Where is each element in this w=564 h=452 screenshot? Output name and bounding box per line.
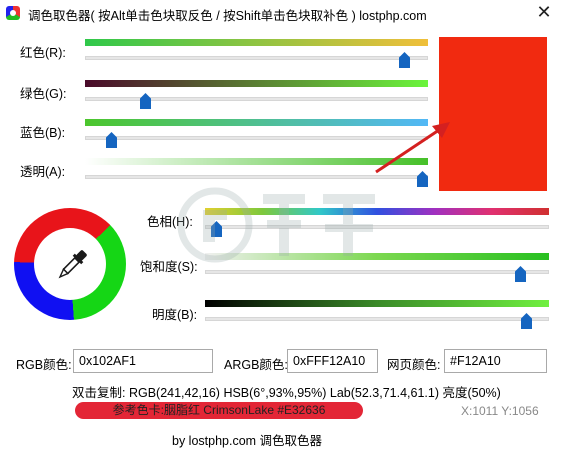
web-color-value-field[interactable]: #F12A10 [444,349,547,373]
blue-slider-rail[interactable] [85,136,428,140]
red-slider-thumb[interactable] [398,52,410,68]
hue-label: 色相(H): [147,215,193,229]
web-color-field-label: 网页颜色: [387,358,441,372]
brightness-slider-thumb[interactable] [521,313,533,329]
argb-field-label: ARGB颜色: [224,358,288,372]
red-gradient-track [85,39,428,46]
hue-slider-thumb[interactable] [210,221,222,237]
window-title: 调色取色器( 按Alt单击色块取反色 / 按Shift单击色块取补色 ) los… [28,9,427,23]
saturation-slider-rail[interactable] [205,270,549,274]
alpha-slider-thumb[interactable] [417,171,428,187]
cursor-coordinates: X:1011 Y:1056 [461,404,539,418]
hue-gradient-track [205,208,549,215]
reference-color-card[interactable]: 参考色卡:胭脂红 CrimsonLake #E32636 [75,402,363,419]
alpha-gradient-track [85,158,428,165]
color-info-line[interactable]: 双击复制: RGB(241,42,16) HSB(6°,93%,95%) Lab… [72,382,501,401]
rgb-value-field[interactable]: 0x102AF1 [73,349,213,373]
alpha-label: 透明(A): [20,165,66,179]
green-label: 绿色(G): [20,87,67,101]
green-slider-rail[interactable] [85,97,428,101]
footer-credit: by lostphp.com 调色取色器 [172,434,323,448]
blue-label: 蓝色(B): [20,126,66,140]
saturation-label: 饱和度(S): [140,260,198,274]
green-slider-thumb[interactable] [139,93,151,109]
blue-gradient-track [85,119,428,126]
brightness-label: 明度(B): [152,308,198,322]
red-label: 红色(R): [20,46,66,60]
blue-slider-thumb[interactable] [105,132,117,148]
rgb-field-label: RGB颜色: [16,358,72,372]
title-bar: 调色取色器( 按Alt单击色块取反色 / 按Shift单击色块取补色 ) los… [0,0,564,26]
green-gradient-track [85,80,428,87]
saturation-slider-thumb[interactable] [514,266,526,282]
hue-slider-rail[interactable] [205,225,549,229]
argb-value-field[interactable]: 0xFFF12A10 [287,349,378,373]
brightness-gradient-track [205,300,549,307]
color-wheel-icon [6,6,20,20]
red-slider-rail[interactable] [85,56,428,60]
saturation-gradient-track [205,253,549,260]
alpha-slider-rail[interactable] [85,175,428,179]
color-preview-swatch[interactable] [439,37,547,191]
brightness-slider-rail[interactable] [205,317,549,321]
close-button[interactable]: ✕ [524,0,564,26]
eyedropper-icon[interactable] [52,245,92,285]
